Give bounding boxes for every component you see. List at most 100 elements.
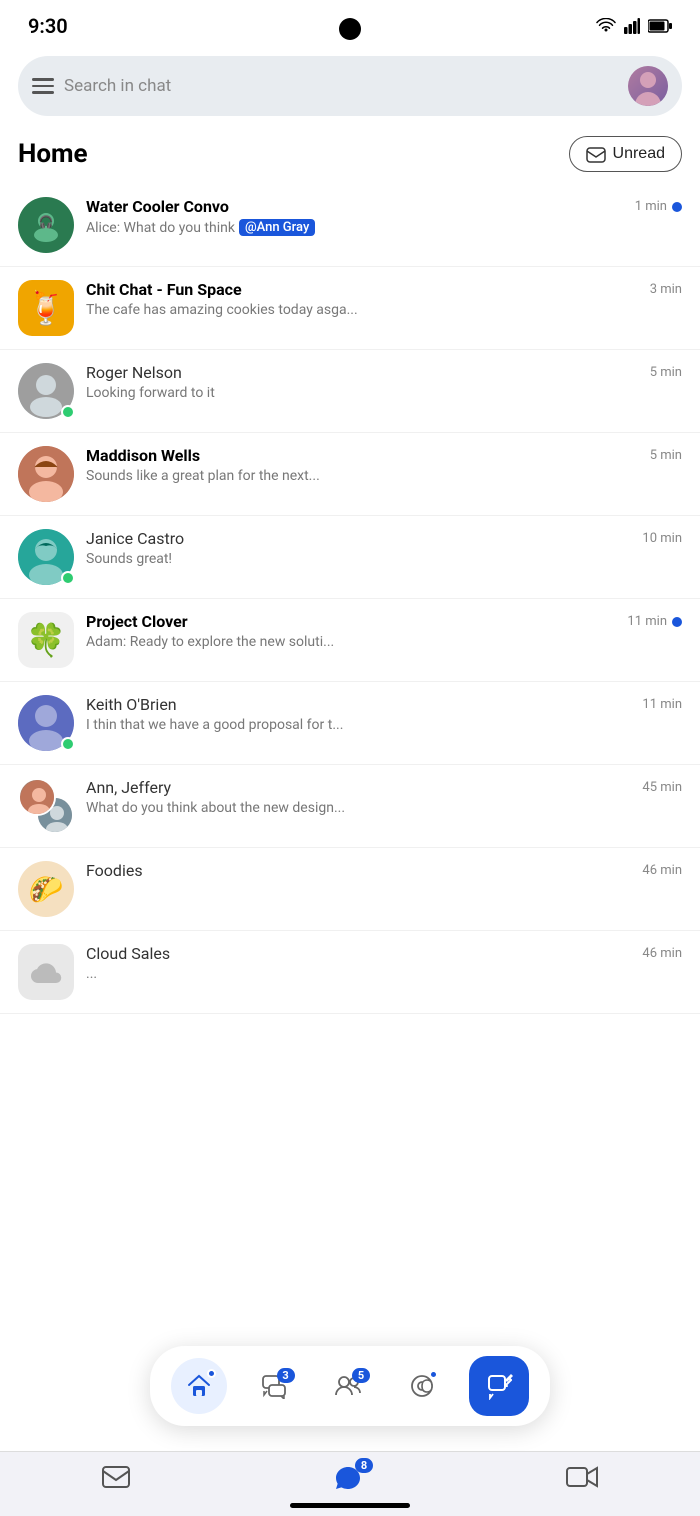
avatar: 🍹 bbox=[18, 280, 74, 336]
chat-list: 🎧 Water Cooler Convo 1 min Alice: What d… bbox=[0, 184, 700, 1014]
status-time: 9:30 bbox=[28, 14, 68, 38]
list-item[interactable]: Roger Nelson 5 min Looking forward to it bbox=[0, 350, 700, 433]
chat-content: Foodies 46 min bbox=[86, 861, 682, 883]
unread-label: Unread bbox=[613, 145, 665, 163]
mention-tag: @Ann Gray bbox=[239, 219, 315, 236]
chat-preview: Sounds great! bbox=[86, 551, 682, 567]
chat-content: Water Cooler Convo 1 min Alice: What do … bbox=[86, 197, 682, 236]
chat-time: 11 min bbox=[642, 697, 682, 712]
camera-dot bbox=[339, 18, 361, 40]
avatar: 🍀 bbox=[18, 612, 74, 668]
avatar: 🎧 bbox=[18, 197, 74, 253]
chat-name: Chit Chat - Fun Space bbox=[86, 280, 242, 299]
menu-icon[interactable] bbox=[32, 78, 54, 94]
chat-preview: Adam: Ready to explore the new soluti... bbox=[86, 634, 682, 650]
chat-tab-badge: 8 bbox=[355, 1458, 373, 1473]
nav-home[interactable] bbox=[171, 1358, 227, 1414]
chat-time: 5 min bbox=[650, 365, 682, 380]
chat-time: 3 min bbox=[650, 282, 682, 297]
list-item[interactable]: Janice Castro 10 min Sounds great! bbox=[0, 516, 700, 599]
search-placeholder: Search in chat bbox=[64, 76, 618, 96]
unread-icon bbox=[586, 145, 606, 163]
avatar bbox=[18, 944, 74, 1000]
chat-time: 5 min bbox=[650, 448, 682, 463]
chat-name: Maddison Wells bbox=[86, 446, 200, 465]
svg-text:🎧: 🎧 bbox=[39, 215, 54, 229]
tab-video[interactable] bbox=[565, 1465, 599, 1489]
avatar bbox=[18, 778, 74, 834]
battery-icon bbox=[648, 19, 672, 33]
cloud-sales-icon bbox=[29, 959, 63, 985]
unread-dot bbox=[672, 617, 682, 627]
compose-button[interactable] bbox=[469, 1356, 529, 1416]
unread-dot bbox=[672, 202, 682, 212]
chat-preview: Looking forward to it bbox=[86, 385, 682, 401]
tab-chat[interactable]: 8 bbox=[333, 1462, 363, 1492]
chat-content: Keith O'Brien 11 min I thin that we have… bbox=[86, 695, 682, 733]
list-item[interactable]: 🎧 Water Cooler Convo 1 min Alice: What d… bbox=[0, 184, 700, 267]
chat-badge: 3 bbox=[277, 1368, 295, 1383]
chat-name: Project Clover bbox=[86, 612, 188, 631]
status-icons bbox=[596, 18, 672, 34]
list-item[interactable]: Ann, Jeffery 45 min What do you think ab… bbox=[0, 765, 700, 848]
chat-name: Water Cooler Convo bbox=[86, 197, 229, 216]
avatar bbox=[18, 446, 74, 502]
home-indicator bbox=[290, 1503, 410, 1508]
nav-mentions[interactable] bbox=[394, 1358, 450, 1414]
avatar bbox=[18, 695, 74, 751]
chat-time: 46 min bbox=[642, 946, 682, 961]
teams-badge: 5 bbox=[352, 1368, 370, 1383]
list-item[interactable]: 🍀 Project Clover 11 min Adam: Ready to e… bbox=[0, 599, 700, 682]
chat-name: Janice Castro bbox=[86, 529, 184, 548]
chat-preview: The cafe has amazing cookies today asga.… bbox=[86, 302, 682, 318]
float-nav: 3 5 bbox=[150, 1346, 550, 1426]
chat-name: Ann, Jeffery bbox=[86, 778, 171, 797]
chat-time: 45 min bbox=[642, 780, 682, 795]
chat-name: Roger Nelson bbox=[86, 363, 182, 382]
compose-icon bbox=[485, 1372, 513, 1400]
list-item[interactable]: 🍹 Chit Chat - Fun Space 3 min The cafe h… bbox=[0, 267, 700, 350]
search-bar[interactable]: Search in chat bbox=[18, 56, 682, 116]
nav-teams[interactable]: 5 bbox=[320, 1358, 376, 1414]
chat-time: 10 min bbox=[642, 531, 682, 546]
chat-time: 46 min bbox=[642, 863, 682, 878]
chat-preview: Sounds like a great plan for the next... bbox=[86, 468, 682, 484]
chat-preview: Alice: What do you think @Ann Gray bbox=[86, 219, 682, 236]
chat-content: Janice Castro 10 min Sounds great! bbox=[86, 529, 682, 567]
tab-mail[interactable] bbox=[101, 1465, 131, 1489]
chat-preview: What do you think about the new design..… bbox=[86, 800, 682, 816]
chat-content: Roger Nelson 5 min Looking forward to it bbox=[86, 363, 682, 401]
avatar bbox=[18, 363, 74, 419]
chat-name: Cloud Sales bbox=[86, 944, 170, 963]
mail-icon bbox=[101, 1465, 131, 1489]
avatar bbox=[18, 529, 74, 585]
user-avatar[interactable] bbox=[628, 66, 668, 106]
online-indicator bbox=[61, 405, 75, 419]
list-item[interactable]: Cloud Sales 46 min ... bbox=[0, 931, 700, 1014]
status-bar: 9:30 bbox=[0, 0, 700, 46]
online-indicator bbox=[61, 571, 75, 585]
chat-content: Project Clover 11 min Adam: Ready to exp… bbox=[86, 612, 682, 650]
list-item[interactable]: 🌮 Foodies 46 min bbox=[0, 848, 700, 931]
chat-time: 11 min bbox=[627, 614, 682, 629]
list-item[interactable]: Keith O'Brien 11 min I thin that we have… bbox=[0, 682, 700, 765]
avatar: 🌮 bbox=[18, 861, 74, 917]
bottom-tab-bar: 8 bbox=[0, 1451, 700, 1516]
online-indicator bbox=[61, 737, 75, 751]
chat-preview: I thin that we have a good proposal for … bbox=[86, 717, 682, 733]
chat-content: Cloud Sales 46 min ... bbox=[86, 944, 682, 982]
chat-name: Keith O'Brien bbox=[86, 695, 177, 714]
video-icon bbox=[565, 1465, 599, 1489]
chat-name: Foodies bbox=[86, 861, 143, 880]
chat-preview: ... bbox=[86, 966, 682, 982]
chat-content: Maddison Wells 5 min Sounds like a great… bbox=[86, 446, 682, 484]
nav-chat[interactable]: 3 bbox=[246, 1358, 302, 1414]
wifi-icon bbox=[596, 18, 616, 34]
unread-button[interactable]: Unread bbox=[569, 136, 682, 172]
chat-time: 1 min bbox=[635, 199, 682, 214]
list-item[interactable]: Maddison Wells 5 min Sounds like a great… bbox=[0, 433, 700, 516]
chat-content: Chit Chat - Fun Space 3 min The cafe has… bbox=[86, 280, 682, 318]
home-header: Home Unread bbox=[0, 130, 700, 184]
signal-icon bbox=[624, 18, 640, 34]
chat-content: Ann, Jeffery 45 min What do you think ab… bbox=[86, 778, 682, 816]
